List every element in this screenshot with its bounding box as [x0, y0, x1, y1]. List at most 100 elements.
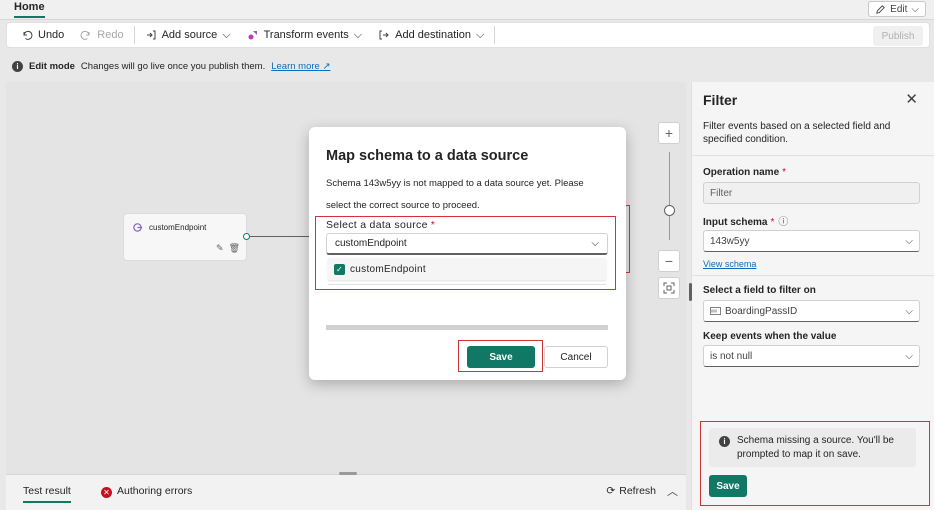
required-marker: *	[430, 219, 436, 231]
redo-label: Redo	[97, 29, 124, 41]
panel-divider	[692, 155, 934, 156]
chevron-down-icon: ⌵	[353, 28, 363, 41]
edit-mode-label: Edit	[890, 3, 908, 15]
source-node[interactable]: customEndpoint ✎ 🗑	[123, 213, 247, 261]
panel-description: Filter events based on a selected field …	[703, 121, 891, 145]
transform-events-button[interactable]: Transform events ⌵	[239, 24, 371, 46]
chevron-down-icon: ⌵	[222, 28, 231, 41]
resize-handle[interactable]	[339, 472, 357, 475]
checkbox-checked-icon[interactable]: ✓	[334, 263, 345, 275]
chevron-down-icon: ⌵	[905, 235, 913, 247]
zoom-in-button[interactable]: +	[658, 122, 680, 144]
edit-node-icon[interactable]: ✎	[216, 243, 224, 254]
endpoint-icon	[133, 223, 143, 232]
external-link-icon: ↗	[322, 60, 331, 72]
operation-name-input[interactable]: Filter	[703, 182, 920, 204]
dialog-description: Schema 143w5yy is not mapped to a data s…	[326, 178, 584, 211]
edit-mode-title: Edit mode	[29, 60, 75, 72]
add-destination-label: Add destination	[395, 29, 471, 41]
data-source-selected-value: customEndpoint	[335, 238, 407, 249]
toolbar-divider	[494, 26, 496, 44]
edit-mode-banner: i Edit mode Changes will go live once yo…	[6, 55, 930, 77]
dropdown-option-label: customEndpoint	[350, 263, 426, 275]
select-source-label: Select a data source *	[326, 219, 435, 231]
top-tab-bar: Home Edit ⌵	[0, 0, 934, 20]
view-schema-link[interactable]: View schema	[703, 259, 756, 269]
data-source-dropdown[interactable]: customEndpoint ⌵	[326, 233, 608, 255]
dialog-save-button[interactable]: Save	[467, 346, 535, 368]
condition-dropdown[interactable]: is not null ⌵	[703, 345, 920, 367]
undo-icon	[23, 30, 33, 40]
bottom-panel: Test result ✕ Authoring errors ⟳ Refresh …	[6, 472, 686, 510]
dialog-cancel-button[interactable]: Cancel	[544, 346, 608, 368]
progress-bar	[326, 325, 608, 330]
tab-home[interactable]: Home	[14, 1, 45, 18]
zoom-slider-handle[interactable]	[664, 205, 675, 216]
edit-mode-message: Changes will go live once you publish th…	[80, 60, 266, 72]
keep-events-label: Keep events when the value	[703, 331, 837, 342]
delete-node-icon[interactable]: 🗑	[229, 243, 240, 254]
filter-panel: Filter ✕ Filter events based on a select…	[689, 82, 934, 510]
transform-icon	[248, 31, 257, 40]
input-schema-dropdown[interactable]: 143w5yy ⌵	[703, 230, 920, 252]
input-schema-label: Input schema * ⓘ	[703, 213, 788, 228]
schema-warning-message: i Schema missing a source. You'll be pro…	[709, 428, 916, 467]
tab-test-result[interactable]: Test result	[23, 485, 71, 503]
input-schema-value: 143w5yy	[710, 235, 750, 247]
chevron-up-icon[interactable]: ︿	[667, 483, 678, 499]
tab-authoring-errors[interactable]: ✕ Authoring errors	[101, 485, 192, 498]
undo-label: Undo	[38, 29, 65, 41]
operation-name-label: Operation name *	[703, 167, 786, 178]
panel-divider	[692, 275, 934, 276]
map-schema-dialog: Map schema to a data source Schema 143w5…	[309, 127, 626, 380]
filter-field-content: BoardingPassID	[710, 306, 797, 317]
transform-events-label: Transform events	[263, 29, 349, 41]
refresh-label: Refresh	[619, 485, 656, 497]
add-destination-button[interactable]: Add destination ⌵	[370, 24, 492, 46]
add-source-button[interactable]: Add source ⌵	[137, 24, 239, 46]
info-icon: i	[719, 436, 730, 447]
zoom-slider-track[interactable]	[669, 152, 670, 240]
panel-save-button[interactable]: Save	[709, 475, 747, 497]
learn-more-label: Learn more	[271, 60, 320, 72]
plus-icon: +	[664, 125, 674, 141]
edit-mode-button[interactable]: Edit ⌵	[868, 1, 926, 17]
toolbar-divider	[133, 26, 135, 44]
source-node-header: customEndpoint	[132, 222, 206, 233]
source-node-label: customEndpoint	[149, 223, 207, 232]
minus-icon: −	[664, 253, 674, 269]
learn-more-link[interactable]: Learn more ↗	[271, 61, 330, 72]
publish-button[interactable]: Publish	[873, 26, 923, 46]
toolbar: Undo Redo Add source ⌵ Transform events …	[6, 22, 930, 48]
dropdown-option[interactable]: ✓ customEndpoint	[328, 258, 606, 280]
connector-handle[interactable]	[243, 233, 250, 240]
filter-field-dropdown[interactable]: BoardingPassID ⌵	[703, 300, 920, 322]
fit-view-button[interactable]	[658, 277, 680, 299]
filter-field-value: BoardingPassID	[725, 305, 798, 317]
operation-name-value: Filter	[710, 187, 733, 199]
authoring-errors-label: Authoring errors	[117, 485, 193, 497]
add-source-label: Add source	[161, 29, 218, 41]
redo-icon	[80, 30, 90, 40]
undo-button[interactable]: Undo	[13, 24, 72, 46]
info-circle-icon[interactable]: ⓘ	[778, 217, 788, 228]
add-source-icon	[146, 30, 156, 40]
chevron-down-icon: ⌵	[475, 28, 485, 41]
fit-view-icon	[663, 282, 675, 294]
panel-title: Filter	[703, 92, 738, 108]
panel-resize-handle[interactable]	[689, 283, 692, 301]
chevron-down-icon: ⌵	[905, 305, 913, 317]
chevron-down-icon: ⌵	[905, 350, 913, 362]
error-icon: ✕	[101, 487, 112, 498]
close-icon[interactable]: ✕	[905, 90, 918, 108]
dialog-title: Map schema to a data source	[326, 148, 529, 164]
node-actions: ✎ 🗑	[216, 243, 240, 254]
redo-button[interactable]: Redo	[72, 24, 131, 46]
refresh-button[interactable]: ⟳ Refresh	[606, 485, 656, 497]
zoom-out-button[interactable]: −	[658, 250, 680, 272]
required-marker: *	[770, 217, 775, 228]
dropdown-divider	[328, 284, 606, 285]
pencil-icon	[876, 4, 885, 14]
node-connector	[247, 236, 309, 237]
input-schema-label-text: Input schema	[703, 217, 768, 228]
